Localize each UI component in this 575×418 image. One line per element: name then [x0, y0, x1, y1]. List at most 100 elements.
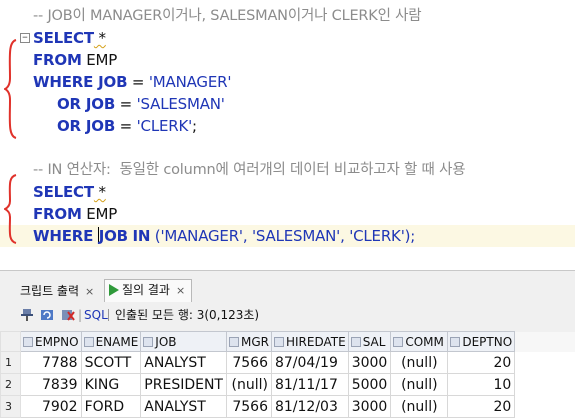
- refresh-icon[interactable]: [40, 308, 54, 322]
- row-filler: [514, 373, 575, 396]
- left-brace-annotation-1: [4, 39, 17, 139]
- equals-op: =: [127, 73, 149, 91]
- column-header-label: HIREDATE: [285, 334, 346, 349]
- column-header-job[interactable]: JOB: [140, 331, 227, 352]
- cell-ename[interactable]: KING: [80, 373, 142, 396]
- cell-job[interactable]: PRESIDENT: [140, 373, 227, 396]
- column-header-mgr[interactable]: MGR: [225, 331, 272, 352]
- string-manager: 'MANAGER': [148, 73, 232, 91]
- cell-ename[interactable]: FORD: [80, 395, 142, 418]
- string-salesman: 'SALESMAN': [136, 95, 225, 113]
- keyword-from: FROM: [33, 205, 82, 223]
- cell-sal[interactable]: 5000: [347, 373, 392, 396]
- string-clerk: 'CLERK': [136, 117, 193, 135]
- code-line-where-1: WHERE JOB = 'MANAGER': [33, 71, 231, 93]
- column-header-label: COMM: [405, 334, 444, 349]
- row-filler: [514, 395, 575, 418]
- results-toolbar: | SQL 인출된 모든 행: 3(0,123초): [0, 305, 575, 325]
- keyword-where: WHERE: [33, 227, 94, 245]
- column-header-deptno[interactable]: DEPTNO: [447, 331, 516, 352]
- comment-line-2: -- IN 연산자: 동일한 column에 여러개의 데이터 비교하고자 할 …: [33, 162, 466, 178]
- cell-empno[interactable]: 7788: [20, 351, 82, 374]
- close-icon[interactable]: ×: [176, 284, 185, 297]
- table-name: EMP: [81, 205, 118, 223]
- sql-button[interactable]: SQL: [84, 305, 108, 325]
- header-filler: [514, 331, 575, 352]
- keyword-select: SELECT: [33, 183, 94, 201]
- table-name: EMP: [81, 51, 118, 69]
- sql-editor[interactable]: − -- JOB이 MANAGER이거나, SALESMAN이거나 CLERK인…: [0, 0, 575, 262]
- cell-comm[interactable]: (null): [390, 373, 449, 396]
- cell-hiredate[interactable]: 81/12/03: [270, 395, 349, 418]
- keyword-or: OR: [57, 95, 81, 113]
- fetch-status-text: 인출된 모든 행: 3(0,123초): [115, 308, 260, 322]
- in-list: ('MANAGER', 'SALESMAN', 'CLERK');: [150, 227, 416, 245]
- row-number-header: [0, 331, 21, 352]
- cell-job[interactable]: ANALYST: [140, 351, 227, 374]
- run-icon: [109, 284, 119, 296]
- column-icon: [393, 336, 404, 347]
- column-job: JOB: [93, 73, 128, 91]
- code-line-from-1: FROM EMP: [33, 49, 117, 71]
- cell-comm[interactable]: (null): [390, 351, 449, 374]
- cell-sal[interactable]: 3000: [347, 351, 392, 374]
- column-header-sal[interactable]: SAL: [347, 331, 392, 352]
- cell-sal[interactable]: 3000: [347, 395, 392, 418]
- column-header-label: ENAME: [95, 334, 139, 349]
- results-tab-bar: 크립트 출력 × 질의 결과 ×: [0, 279, 575, 303]
- code-line-or-2: OR JOB = 'CLERK';: [33, 115, 197, 137]
- cell-deptno[interactable]: 10: [447, 373, 516, 396]
- table-row[interactable]: 1 7788 SCOTT ANALYST 7566 87/04/19 3000 …: [0, 351, 575, 374]
- close-icon[interactable]: ×: [85, 285, 94, 298]
- table-row[interactable]: 3 7902 FORD ANALYST 7566 81/12/03 3000 (…: [0, 395, 575, 418]
- keyword-or: OR: [57, 117, 81, 135]
- export-icon[interactable]: [61, 308, 75, 322]
- cell-mgr[interactable]: (null): [225, 373, 272, 396]
- cell-deptno[interactable]: 20: [447, 395, 516, 418]
- cell-ename[interactable]: SCOTT: [80, 351, 142, 374]
- result-grid[interactable]: EMPNO ENAME JOB MGR HIREDATE SAL COMM DE…: [0, 331, 575, 418]
- cell-empno[interactable]: 7839: [20, 373, 82, 396]
- keyword-in: IN: [132, 227, 151, 245]
- code-line-select-2: SELECT *: [33, 181, 106, 203]
- cell-job[interactable]: ANALYST: [140, 395, 227, 418]
- tab-script-output[interactable]: 크립트 출력 ×: [20, 281, 94, 301]
- cell-mgr[interactable]: 7566: [225, 351, 272, 374]
- column-header-comm[interactable]: COMM: [390, 331, 449, 352]
- tab-query-result[interactable]: 질의 결과 ×: [104, 279, 193, 302]
- equals-op: =: [115, 117, 137, 135]
- column-job: JOB: [80, 95, 116, 113]
- column-header-ename[interactable]: ENAME: [80, 331, 142, 352]
- code-line-from-2: FROM EMP: [33, 203, 117, 225]
- semicolon: ;: [192, 117, 197, 135]
- pin-icon[interactable]: [20, 308, 34, 322]
- cell-mgr[interactable]: 7566: [225, 395, 272, 418]
- cell-hiredate[interactable]: 81/11/17: [270, 373, 349, 396]
- column-header-empno[interactable]: EMPNO: [20, 331, 82, 352]
- separator-icon: |: [78, 308, 83, 322]
- keyword-select: SELECT: [33, 29, 94, 47]
- fold-toggle-icon[interactable]: −: [20, 33, 30, 43]
- column-icon: [83, 336, 94, 347]
- cell-comm[interactable]: (null): [390, 395, 449, 418]
- column-header-hiredate[interactable]: HIREDATE: [270, 331, 349, 352]
- cell-deptno[interactable]: 20: [447, 351, 516, 374]
- column-icon: [350, 336, 361, 347]
- keyword-where: WHERE: [33, 73, 94, 91]
- column-icon: [23, 336, 33, 347]
- column-icon: [273, 336, 284, 347]
- cell-hiredate[interactable]: 87/04/19: [270, 351, 349, 374]
- left-brace-annotation-2: [4, 174, 17, 244]
- cell-empno[interactable]: 7902: [20, 395, 82, 418]
- equals-op: =: [115, 95, 137, 113]
- results-panel: 크립트 출력 × 질의 결과 × | SQL 인출된 모든 행: 3(0,123초)…: [0, 270, 575, 418]
- table-row[interactable]: 2 7839 KING PRESIDENT (null) 81/11/17 50…: [0, 373, 575, 396]
- grid-header-row: EMPNO ENAME JOB MGR HIREDATE SAL COMM DE…: [0, 331, 575, 352]
- select-star: *: [93, 29, 106, 47]
- select-star: *: [93, 183, 106, 201]
- column-icon: [228, 336, 239, 347]
- column-job: JOB: [98, 227, 128, 245]
- column-header-label: MGR: [240, 334, 269, 349]
- column-header-label: EMPNO: [35, 334, 79, 349]
- row-filler: [514, 351, 575, 374]
